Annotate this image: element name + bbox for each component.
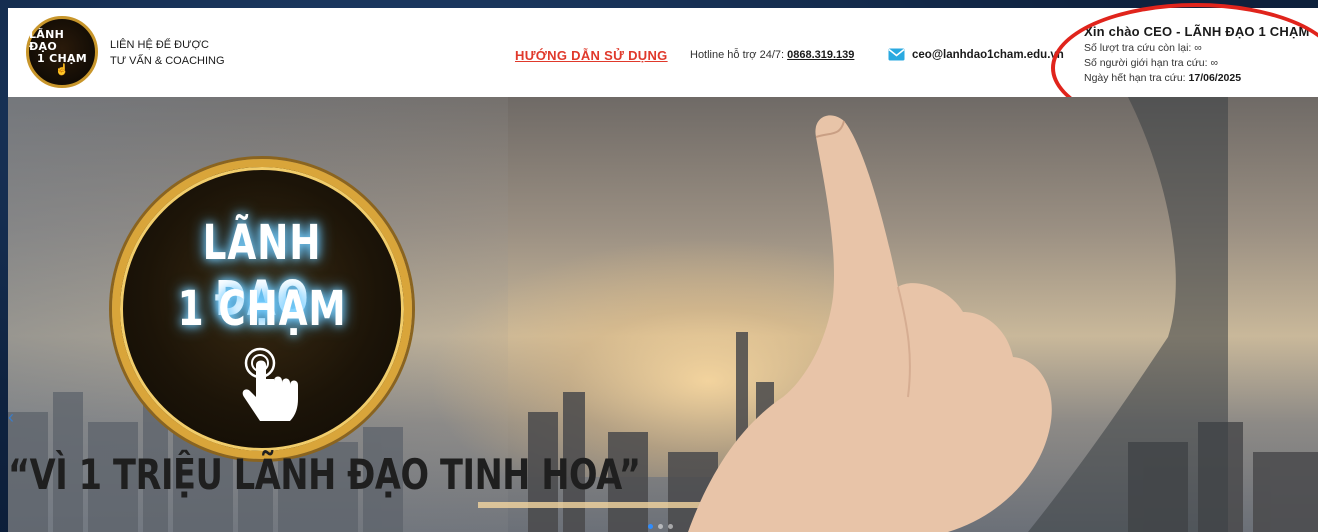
lookups-left-label: Số lượt tra cứu còn lại: [1084, 42, 1192, 54]
email-link[interactable]: ceo@lanhdao1cham.edu.vn [912, 49, 1064, 61]
hotline-number-link[interactable]: 0868.319.139 [787, 49, 854, 61]
user-guide-link[interactable]: HƯỚNG DẪN SỬ DỤNG [515, 48, 668, 63]
account-greeting: Xin chào CEO - LÃNH ĐẠO 1 CHẠM [1084, 24, 1310, 39]
banner-slogan: “VÌ 1 TRIỆU LÃNH ĐẠO TINH HOA” [8, 450, 641, 499]
brand-emblem: LÃNH ĐẠO 1 CHẠM [112, 159, 412, 459]
expiry-label: Ngày hết hạn tra cứu: [1084, 72, 1186, 84]
contact-cta[interactable]: LIÊN HỆ ĐỂ ĐƯỢC TƯ VẤN & COACHING [110, 37, 260, 69]
slide-dot-2[interactable] [658, 524, 663, 529]
chevron-left-icon[interactable]: ‹ [8, 407, 14, 428]
slide-indicators [648, 524, 673, 529]
hotline-label: Hotline hỗ trợ 24/7: [690, 49, 785, 61]
slide-dot-1[interactable] [648, 524, 653, 529]
logo-line-2: 1 CHẠM [36, 51, 88, 65]
contact-line-1: LIÊN HỆ ĐỂ ĐƯỢC [110, 39, 209, 51]
slide-dot-3[interactable] [668, 524, 673, 529]
hotline-info: Hotline hỗ trợ 24/7: 0868.319.139 [690, 49, 854, 61]
hero-banner[interactable]: LÃNH ĐẠO 1 CHẠM “VÌ 1 TRIỆU LÃNH ĐẠO TIN… [8, 97, 1318, 532]
user-limit-value: ∞ [1210, 57, 1218, 69]
lookups-left-row: Số lượt tra cứu còn lại: ∞ [1084, 41, 1318, 56]
user-limit-row: Số người giới hạn tra cứu: ∞ [1084, 56, 1318, 71]
site-logo[interactable]: LÃNH ĐẠO 1 CHẠM ☝ [26, 16, 98, 88]
lookups-left-value: ∞ [1194, 42, 1202, 54]
emblem-line-2: 1 CHẠM [177, 281, 347, 337]
pointing-hand-icon: ☝ [55, 63, 69, 76]
expiry-row: Ngày hết hạn tra cứu: 17/06/2025 [1084, 71, 1318, 86]
user-limit-label: Số người giới hạn tra cứu: [1084, 57, 1208, 69]
account-info: Xin chào CEO - LÃNH ĐẠO 1 CHẠM Số lượt t… [1084, 23, 1318, 86]
mail-icon [888, 48, 905, 61]
logo-line-1: LÃNH ĐẠO [29, 27, 65, 53]
pointing-hand-image [688, 97, 1228, 532]
tap-hand-icon [242, 347, 298, 421]
contact-line-2: TƯ VẤN & COACHING [110, 55, 225, 67]
site-header: LÃNH ĐẠO 1 CHẠM ☝ LIÊN HỆ ĐỂ ĐƯỢC TƯ VẤN… [8, 3, 1318, 133]
expiry-value: 17/06/2025 [1188, 72, 1242, 84]
